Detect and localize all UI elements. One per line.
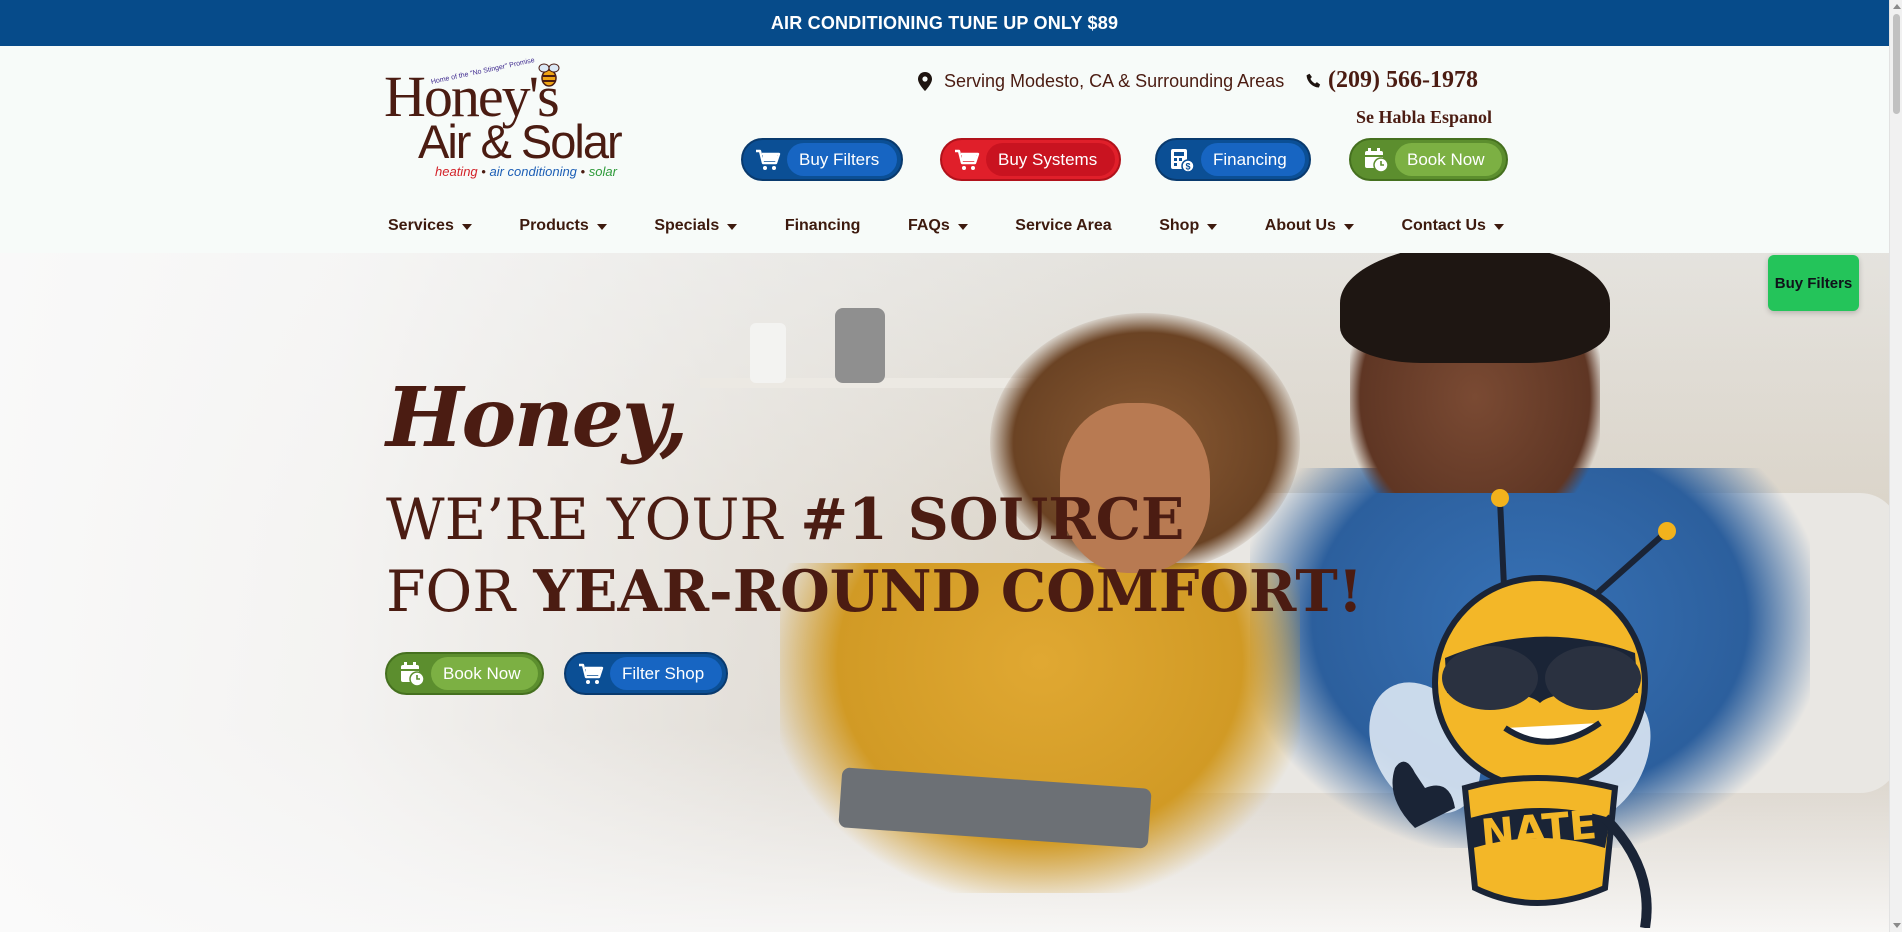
caret-down-icon xyxy=(1207,224,1218,230)
financing-button[interactable]: $ Financing xyxy=(1155,138,1311,181)
book-now-label: Book Now xyxy=(1395,143,1503,176)
nav-services[interactable]: Services xyxy=(388,217,472,235)
floating-buy-filters-button[interactable]: Buy Filters xyxy=(1768,255,1859,311)
bee-mascot-image: NATE xyxy=(1369,489,1676,928)
hero-script-heading: Honey, xyxy=(386,370,688,466)
nav-faqs-label: FAQs xyxy=(907,217,950,234)
hero-line1-light: WE’RE YOUR xyxy=(386,487,801,553)
nav-products[interactable]: Products xyxy=(519,217,607,235)
service-area-text: Serving Modesto, CA & Surrounding Areas xyxy=(944,71,1285,91)
floating-buy-filters-label: Buy Filters xyxy=(1774,274,1853,292)
buy-systems-label: Buy Systems xyxy=(986,143,1116,176)
nav-services-label: Services xyxy=(388,217,454,234)
caret-down-icon xyxy=(957,224,968,230)
nav-specials[interactable]: Specials xyxy=(654,217,738,235)
nav-service-area-label: Service Area xyxy=(1015,217,1112,234)
scrollbar-thumb[interactable] xyxy=(1893,14,1900,114)
logo-heating: heating xyxy=(435,164,478,179)
nav-faqs[interactable]: FAQs xyxy=(908,217,968,235)
logo-sep-2: • xyxy=(580,164,586,179)
cart-icon xyxy=(572,656,610,691)
scroll-up-arrow-icon[interactable] xyxy=(1893,4,1901,9)
buy-systems-button[interactable]: Buy Systems xyxy=(940,138,1122,181)
promo-banner[interactable]: AIR CONDITIONING TUNE UP ONLY $89 xyxy=(0,0,1889,46)
hero-photo-man-hair xyxy=(1340,253,1610,363)
page-scrollbar[interactable] xyxy=(1889,0,1902,932)
buy-filters-button[interactable]: Buy Filters xyxy=(741,138,904,181)
main-nav: Services Products Specials Financing FAQ… xyxy=(388,210,1504,242)
logo-services-line: heating • air conditioning • solar xyxy=(435,164,617,179)
hero-photo-speaker xyxy=(835,308,885,383)
hero-filter-shop-button[interactable]: Filter Shop xyxy=(564,652,729,695)
nav-shop-label: Shop xyxy=(1159,217,1200,234)
financing-label: Financing xyxy=(1201,143,1305,176)
nav-financing[interactable]: Financing xyxy=(785,217,861,235)
nav-about-us-label: About Us xyxy=(1264,217,1336,234)
logo-solar: solar xyxy=(588,164,617,179)
scroll-down-arrow-icon[interactable] xyxy=(1893,923,1901,928)
cart-icon xyxy=(749,142,787,177)
hero-book-now-label: Book Now xyxy=(431,657,539,690)
nav-specials-label: Specials xyxy=(654,217,720,234)
nav-shop[interactable]: Shop xyxy=(1159,217,1218,235)
caret-down-icon xyxy=(727,224,738,230)
hero-headline-line-2: FOR YEAR-ROUND COMFORT! xyxy=(386,556,1363,628)
logo-line-2: Air & Solar xyxy=(418,115,623,168)
caret-down-icon xyxy=(1343,224,1354,230)
hero-line1-bold: #1 SOURCE xyxy=(800,486,1185,553)
logo-air: air conditioning xyxy=(489,164,577,179)
nav-products-label: Products xyxy=(519,217,589,234)
hero-headline-line-1: WE’RE YOUR #1 SOURCE xyxy=(386,484,1363,556)
nav-service-area[interactable]: Service Area xyxy=(1015,217,1111,235)
hero-book-now-button[interactable]: Book Now xyxy=(385,652,545,695)
phone-icon xyxy=(1306,73,1321,87)
service-area-info[interactable]: Serving Modesto, CA & Surrounding Areas xyxy=(918,71,1284,92)
nav-financing-label: Financing xyxy=(784,217,861,234)
hero-filter-shop-label: Filter Shop xyxy=(610,657,723,690)
caret-down-icon xyxy=(461,224,472,230)
phone-number: (209) 566-1978 xyxy=(1328,67,1478,93)
promo-banner-text: AIR CONDITIONING TUNE UP ONLY $89 xyxy=(770,12,1119,33)
hero-photo-vase xyxy=(750,323,786,383)
calendar-clock-icon xyxy=(393,656,431,691)
phone-link[interactable]: (209) 566-1978 xyxy=(1306,67,1478,94)
caret-down-icon xyxy=(1493,224,1504,230)
calculator-money-icon: $ xyxy=(1163,142,1201,177)
nav-about-us[interactable]: About Us xyxy=(1265,217,1354,235)
spanish-note: Se Habla Espanol xyxy=(1356,107,1493,127)
map-pin-icon xyxy=(918,72,932,91)
cart-icon xyxy=(948,142,986,177)
site-logo[interactable]: Home of the "No Stinger" Promise Honey's… xyxy=(384,57,646,184)
site-header: Home of the "No Stinger" Promise Honey's… xyxy=(0,46,1889,253)
svg-text:$: $ xyxy=(1185,161,1190,171)
nav-contact-us-label: Contact Us xyxy=(1401,217,1486,234)
nav-contact-us[interactable]: Contact Us xyxy=(1401,217,1504,235)
hero-headline: WE’RE YOUR #1 SOURCE FOR YEAR-ROUND COMF… xyxy=(386,484,1363,628)
hero-line2-light: FOR xyxy=(386,559,534,625)
hero-line2-bold: YEAR-ROUND COMFORT! xyxy=(533,558,1363,625)
logo-sep-1: • xyxy=(481,164,486,179)
book-now-button[interactable]: Book Now xyxy=(1349,138,1509,181)
caret-down-icon xyxy=(596,224,607,230)
calendar-clock-icon xyxy=(1357,142,1395,177)
buy-filters-label: Buy Filters xyxy=(787,143,898,176)
